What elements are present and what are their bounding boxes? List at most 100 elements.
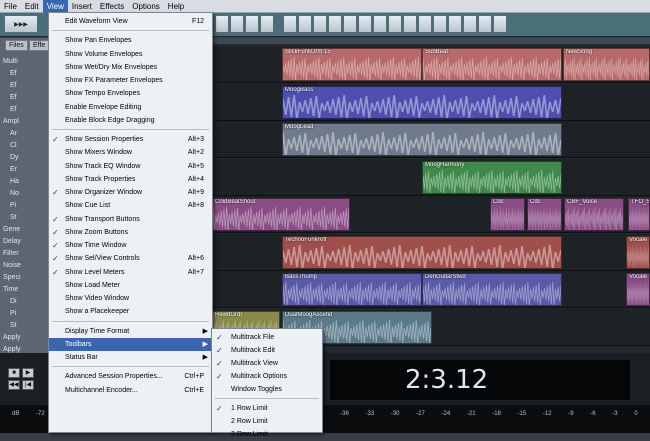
submenu-item-2-row-limit[interactable]: 2 Row Limit	[212, 415, 322, 428]
audio-clip[interactable]: SubBeat	[422, 48, 562, 81]
tree-item[interactable]: Ha	[10, 178, 19, 185]
timeline-ruler[interactable]	[212, 38, 650, 44]
toolbar-button[interactable]	[298, 15, 312, 33]
menu-item-show-level-meters[interactable]: ✓ Show Level Meters Alt+7	[49, 266, 212, 279]
toolbar-button[interactable]	[328, 15, 342, 33]
audio-clip[interactable]: CBF_Voice	[564, 198, 624, 231]
tree-item[interactable]: St	[10, 214, 17, 221]
menu-item-advanced-session-properties[interactable]: Advanced Session Properties... Ctrl+P	[49, 370, 212, 383]
audio-clip[interactable]: Vocale	[626, 273, 650, 306]
menu-item-edit-waveform-view[interactable]: Edit Waveform View F12	[49, 15, 212, 28]
toolbar-button[interactable]	[343, 15, 357, 33]
audio-clip[interactable]: Cdc	[490, 198, 525, 231]
menu-item-show-time-window[interactable]: ✓ Show Time Window	[49, 239, 212, 252]
play-button[interactable]: ▶	[22, 368, 34, 378]
menu-item-enable-envelope-editing[interactable]: Enable Envelope Editing	[49, 101, 212, 114]
tree-item[interactable]: Ef	[10, 106, 17, 113]
menu-effects[interactable]: Effects	[96, 0, 128, 13]
audio-clip[interactable]: SlickFunkDrm 15	[282, 48, 422, 81]
tree-item[interactable]: Noise	[3, 262, 21, 269]
toolbar-button[interactable]	[245, 15, 259, 33]
track-lane[interactable]: BassThump DenGuitarStwd Vocale	[212, 271, 650, 308]
submenu-item-multitrack-file[interactable]: ✓ Multitrack File	[212, 331, 322, 344]
track-lane[interactable]: SlickFunkDrm 15 SubBeat NewSong	[212, 46, 650, 83]
menu-item-show-cue-list[interactable]: Show Cue List Alt+8	[49, 199, 212, 212]
toolbar-button[interactable]	[215, 15, 229, 33]
tree-item[interactable]: Ef	[10, 70, 17, 77]
audio-clip[interactable]: Cdc	[527, 198, 562, 231]
menu-insert[interactable]: Insert	[68, 0, 96, 13]
audio-clip[interactable]: Vocale	[626, 235, 650, 269]
menu-item-enable-block-edge-dragging[interactable]: Enable Block Edge Dragging	[49, 114, 212, 127]
submenu-item-1-row-limit[interactable]: ✓ 1 Row Limit	[212, 402, 322, 415]
tree-item[interactable]: St	[10, 322, 17, 329]
audio-clip[interactable]: MoogBass	[282, 85, 562, 119]
menu-item-show-pan-envelopes[interactable]: Show Pan Envelopes	[49, 34, 212, 47]
tree-item[interactable]: Di	[10, 298, 17, 305]
submenu-item-window-toggles[interactable]: Window Toggles	[212, 383, 322, 396]
tree-item[interactable]: Apply	[3, 346, 21, 353]
toolbar-button[interactable]	[418, 15, 432, 33]
go-to-start-button[interactable]: |◀	[22, 380, 34, 390]
audio-clip[interactable]: TechnoFunkRiff	[282, 235, 562, 269]
audio-clip[interactable]: NewSong	[563, 48, 650, 81]
tree-item[interactable]: Ef	[10, 94, 17, 101]
track-lane[interactable]: MoogHarmony	[212, 158, 650, 196]
menu-item-show-track-eq-window[interactable]: Show Track EQ Window Alt+5	[49, 160, 212, 173]
toolbar-button[interactable]	[463, 15, 477, 33]
menu-file[interactable]: File	[0, 0, 21, 13]
stop-button[interactable]: ■	[8, 368, 20, 378]
tree-item[interactable]: Apply	[3, 334, 21, 341]
tree-item[interactable]: Ar	[10, 130, 17, 137]
tree-item[interactable]: Dy	[10, 154, 19, 161]
toolbar-button[interactable]	[433, 15, 447, 33]
toolbar-button[interactable]	[403, 15, 417, 33]
tree-item[interactable]: Filter	[3, 250, 19, 257]
multitrack-toggle-button[interactable]: ▶▶▶	[4, 15, 38, 33]
menu-item-status-bar[interactable]: Status Bar ▶	[49, 351, 212, 364]
audio-clip[interactable]: MoogLead	[282, 123, 562, 156]
audio-clip[interactable]: TFO_S	[628, 198, 650, 231]
audio-clip[interactable]: MoogHarmony	[422, 160, 562, 194]
submenu-item-multitrack-view[interactable]: ✓ Multitrack View	[212, 357, 322, 370]
menu-item-show-fx-parameter-envelopes[interactable]: Show FX Parameter Envelopes	[49, 74, 212, 87]
toolbar-button[interactable]	[493, 15, 507, 33]
menu-edit[interactable]: Edit	[21, 0, 43, 13]
menu-item-toolbars[interactable]: Toolbars ▶	[49, 337, 212, 351]
tab-effects[interactable]: Effe	[29, 40, 50, 51]
tree-item[interactable]: Er	[10, 166, 17, 173]
tree-item[interactable]: Ampl	[3, 118, 19, 125]
menu-item-show-zoom-buttons[interactable]: ✓ Show Zoom Buttons	[49, 226, 212, 239]
toolbar-button[interactable]	[313, 15, 327, 33]
track-lane[interactable]: MoogLead	[212, 121, 650, 158]
tree-item[interactable]: Multi	[3, 58, 18, 65]
menu-item-show-sel-view-controls[interactable]: ✓ Show Sel/View Controls Alt+6	[49, 252, 212, 265]
menu-item-show-a-placekeeper[interactable]: Show a Placekeeper	[49, 305, 212, 318]
menu-item-show-wet-dry-mix-envelopes[interactable]: Show Wet/Dry Mix Envelopes	[49, 61, 212, 74]
menu-item-multichannel-encoder[interactable]: Multichannel Encoder... Ctrl+E	[49, 384, 212, 397]
toolbar-button[interactable]	[260, 15, 274, 33]
tab-files[interactable]: Files	[5, 40, 28, 51]
menu-item-show-organizer-window[interactable]: ✓ Show Organizer Window Alt+9	[49, 186, 212, 199]
submenu-item-3-row-limit[interactable]: 3 Row Limit	[212, 428, 322, 441]
menu-item-show-track-properties[interactable]: Show Track Properties Alt+4	[49, 173, 212, 186]
rewind-button[interactable]: ◀◀	[8, 380, 20, 390]
toolbar-button[interactable]	[478, 15, 492, 33]
submenu-item-multitrack-options[interactable]: ✓ Multitrack Options	[212, 370, 322, 383]
tree-item[interactable]: Delay	[3, 238, 21, 245]
menu-item-show-volume-envelopes[interactable]: Show Volume Envelopes	[49, 48, 212, 61]
menu-item-display-time-format[interactable]: Display Time Format ▶	[49, 325, 212, 338]
track-lane[interactable]: TechnoFunkRiff Vocale	[212, 233, 650, 271]
menu-help[interactable]: Help	[164, 0, 188, 13]
menu-view[interactable]: View	[42, 0, 68, 13]
toolbar-button[interactable]	[283, 15, 297, 33]
track-lane[interactable]: MoogBass	[212, 83, 650, 121]
toolbar-button[interactable]	[448, 15, 462, 33]
audio-clip[interactable]: ColdBeatShout	[212, 198, 350, 231]
menu-item-show-transport-buttons[interactable]: ✓ Show Transport Buttons	[49, 213, 212, 226]
tree-item[interactable]: Time	[3, 286, 18, 293]
audio-clip[interactable]: BassThump	[282, 273, 422, 306]
tree-item[interactable]: Gene	[3, 226, 20, 233]
tree-item[interactable]: No	[10, 190, 19, 197]
menu-item-show-load-meter[interactable]: Show Load Meter	[49, 279, 212, 292]
